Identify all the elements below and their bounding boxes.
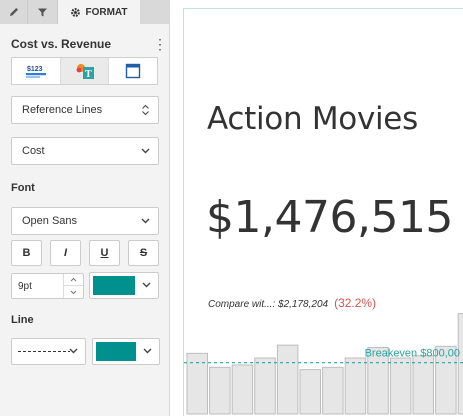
chart-bar [322, 366, 344, 415]
italic-label: I [63, 247, 68, 259]
tile-layout-button[interactable] [109, 58, 157, 84]
italic-button[interactable]: I [50, 240, 81, 266]
chevron-down-icon [70, 290, 77, 294]
reference-line-label: Breakeven $800,00 [365, 348, 460, 360]
increase-size-button[interactable] [64, 274, 83, 286]
measure-value: Cost [22, 145, 45, 157]
comparison-percent: (32.2%) [334, 296, 377, 310]
chart-bar [209, 366, 231, 415]
bold-label: B [22, 247, 31, 259]
text-format-label: T [85, 69, 92, 80]
pencil-icon [9, 8, 18, 16]
tab-edit[interactable] [0, 0, 28, 24]
underline-button[interactable]: U [89, 240, 120, 266]
font-size-stepper[interactable]: 9pt [11, 273, 84, 299]
number-viz-icon: $123 [25, 66, 46, 78]
decrease-size-button[interactable] [64, 286, 83, 298]
tab-filter[interactable] [28, 0, 58, 24]
chevron-down-icon [69, 348, 78, 354]
dashed-line-icon [18, 351, 70, 352]
measure-select[interactable]: Cost [11, 137, 159, 165]
gear-icon [71, 7, 81, 17]
chart-bar [389, 357, 412, 415]
reference-lines-value: Reference Lines [22, 104, 103, 116]
kpi-value: $1,476,515 [206, 192, 453, 243]
chart-bar [457, 313, 463, 415]
font-family-select[interactable]: Open Sans [11, 207, 159, 235]
number-viz-label: $123 [27, 66, 43, 73]
font-color-picker[interactable] [89, 272, 159, 299]
chart-bar [276, 344, 299, 415]
line-color-swatch [96, 342, 136, 361]
strikethrough-label: S [139, 247, 148, 259]
line-color-picker[interactable] [92, 338, 160, 365]
text-format-button[interactable]: T [60, 58, 110, 84]
panel-title: Cost vs. Revenue [11, 37, 112, 51]
bold-button[interactable]: B [11, 240, 42, 266]
filter-icon [38, 8, 47, 16]
font-family-value: Open Sans [22, 215, 78, 227]
sort-arrows-icon [142, 104, 149, 116]
panel-title-row: Cost vs. Revenue ⋮ [11, 36, 167, 52]
text-format-icon: T [76, 64, 94, 80]
chart-bar [231, 364, 254, 415]
chevron-down-icon [142, 282, 151, 288]
viz-type-group: $123 T [11, 57, 158, 85]
tab-format[interactable]: FORMAT [58, 0, 140, 24]
underline-label: U [100, 247, 109, 259]
chart-bar [412, 355, 434, 415]
chevron-up-icon [70, 277, 77, 282]
tab-strip-filler [140, 0, 170, 24]
format-panel: FORMAT Cost vs. Revenue ⋮ $123 T Referen… [0, 0, 170, 416]
comparison-text: Compare wit...: $2,178,204 [208, 299, 329, 310]
font-color-swatch [93, 276, 135, 295]
chevron-down-icon [141, 148, 150, 154]
kpi-tile[interactable]: Breakeven $800,00 Action Movies $1,476,5… [183, 8, 463, 416]
chevron-down-icon [141, 218, 150, 224]
font-size-spinner [63, 274, 83, 298]
reference-lines-select[interactable]: Reference Lines [11, 96, 159, 124]
chart-bar [254, 357, 276, 415]
panel-tabs: FORMAT [0, 0, 170, 24]
comparison-row: Compare wit...: $2,178,204 (32.2%) [208, 296, 376, 310]
font-size-value: 9pt [18, 280, 32, 292]
strikethrough-button[interactable]: S [128, 240, 159, 266]
chart-bar [299, 369, 321, 415]
line-section-label: Line [11, 314, 34, 326]
number-viz-button[interactable]: $123 [12, 58, 61, 84]
tile-title: Action Movies [207, 101, 418, 137]
line-style-select[interactable] [11, 338, 86, 365]
tab-format-label: FORMAT [85, 6, 128, 18]
tile-layout-icon [125, 63, 141, 79]
font-section-label: Font [11, 182, 35, 194]
more-options-icon[interactable]: ⋮ [153, 37, 167, 51]
chart-bar [344, 357, 367, 415]
chevron-down-icon [143, 348, 152, 354]
